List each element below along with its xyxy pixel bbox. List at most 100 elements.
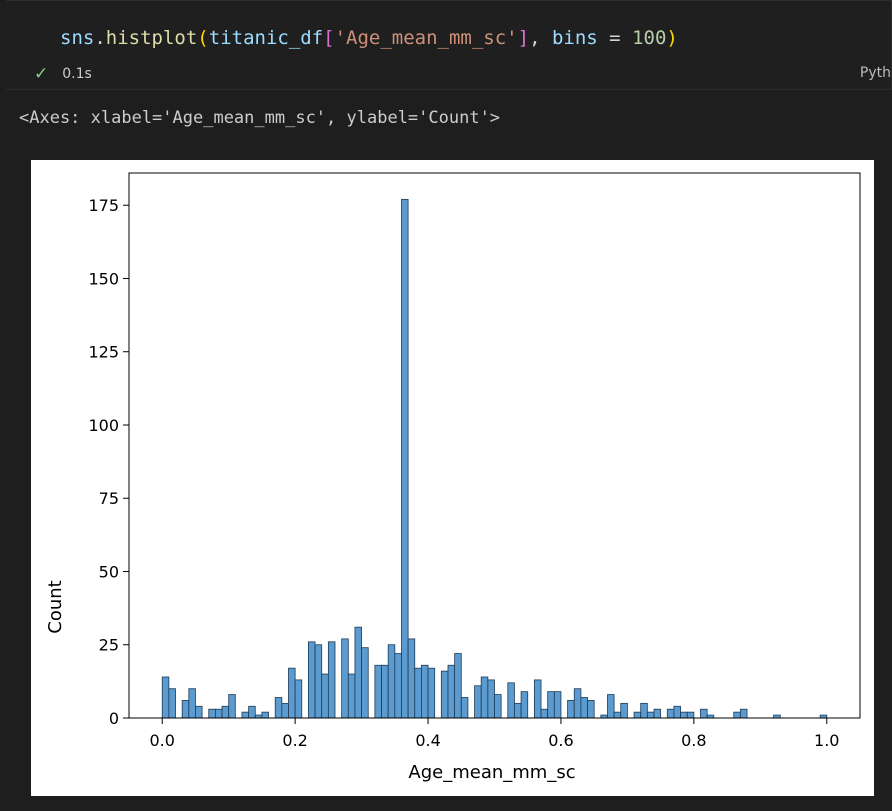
histogram-bar — [347, 673, 356, 719]
code-token: bins — [551, 27, 598, 49]
histogram-bar — [341, 638, 349, 719]
histogram-bar — [533, 679, 542, 719]
y-axis-label: Count — [45, 580, 66, 633]
histogram-bar — [673, 705, 681, 719]
y-tick-label: 25 — [99, 636, 119, 655]
histogram-bar — [407, 638, 416, 719]
y-ticks-group: 0 25 50 75 100 125 150 175 — [88, 196, 129, 728]
y-tick-label: 50 — [99, 562, 119, 581]
y-tick-label: 0 — [109, 709, 119, 728]
y-tick-label: 75 — [99, 489, 119, 508]
histogram-bar — [228, 694, 236, 719]
histogram-bar — [188, 688, 196, 719]
code-token: titanic_df — [208, 27, 324, 49]
x-tick-label: 0.4 — [415, 731, 440, 750]
histogram-bar — [573, 688, 582, 719]
histogram-bar — [401, 198, 409, 719]
histogram-bar — [666, 708, 675, 719]
x-tick-label: 0.0 — [150, 731, 175, 750]
x-axis-label: Age_mean_mm_sc — [408, 762, 575, 783]
code-token: ] — [517, 27, 530, 49]
x-tick-label: 1.0 — [814, 731, 839, 750]
bars-group — [161, 198, 828, 719]
y-tick-label: 175 — [88, 196, 119, 215]
histogram-bar — [214, 708, 223, 719]
histogram-bar — [680, 711, 688, 719]
histogram-bar — [480, 676, 489, 719]
histogram-bar — [361, 647, 369, 719]
histogram-bar — [248, 705, 256, 719]
histogram-bar — [460, 697, 469, 719]
histogram-bar — [700, 708, 708, 719]
histogram-bar — [739, 708, 748, 719]
code-token: ( — [197, 27, 209, 49]
code-token: 100 — [632, 27, 667, 49]
histogram-bar — [474, 685, 482, 719]
code-token: , — [529, 27, 552, 49]
histogram-bar — [387, 644, 396, 719]
check-icon: ✓ — [34, 63, 49, 84]
histogram-bar — [494, 694, 502, 719]
y-tick-label: 150 — [88, 269, 119, 288]
output-repr: <Axes: xlabel='Age_mean_mm_sc', ylabel='… — [19, 108, 501, 128]
code-token: 'Age_mean_mm_sc' — [334, 27, 518, 49]
histogram-bar — [733, 711, 741, 719]
code-token: . — [94, 27, 106, 49]
language-label[interactable]: Pyth — [860, 65, 891, 81]
histogram-bar — [168, 688, 176, 719]
histogram-bar — [308, 641, 316, 719]
code-token: histplot — [105, 27, 198, 49]
histogram-bar — [354, 626, 362, 719]
histogram-bar — [394, 653, 402, 719]
histogram-bar — [161, 676, 170, 719]
code-token: sns — [60, 27, 95, 49]
histogram-bar — [281, 702, 289, 719]
code-line[interactable]: sns.histplot(titanic_df['Age_mean_mm_sc'… — [60, 27, 678, 49]
histogram-bar — [288, 667, 296, 719]
histogram-bar — [241, 711, 250, 719]
histogram-bar — [587, 700, 595, 719]
histogram-bar — [653, 708, 662, 719]
x-tick-label: 0.8 — [681, 731, 706, 750]
histogram-bar — [567, 700, 575, 719]
x-tick-label: 0.6 — [548, 731, 573, 750]
histogram-bar — [181, 700, 190, 719]
histogram-bar — [321, 673, 329, 719]
x-ticks-group: 0.0 0.2 0.4 0.6 0.8 1.0 — [150, 718, 839, 750]
histogram-chart: 0 25 50 75 100 125 150 175 0.0 0.2 0.4 0.6 0.8 1.0 A… — [45, 172, 861, 783]
histogram-bar — [208, 708, 216, 719]
histogram-bar — [640, 702, 648, 719]
code-cell[interactable]: sns.histplot(titanic_df['Age_mean_mm_sc'… — [6, 0, 892, 90]
histogram-bar — [686, 711, 695, 719]
histogram-bar — [553, 691, 562, 719]
code-token: = — [597, 27, 633, 49]
histogram-bar — [507, 682, 515, 719]
histogram-bar — [274, 697, 283, 719]
histogram-bar — [633, 711, 642, 719]
histogram-bar — [294, 679, 303, 719]
histogram-bar — [646, 711, 655, 719]
histogram-bar — [327, 641, 336, 719]
histogram-bar — [381, 664, 389, 719]
bottom-strip — [0, 798, 892, 811]
code-token: ) — [666, 27, 678, 49]
histogram-bar — [374, 664, 382, 719]
execution-status: ✓ 0.1s — [34, 63, 92, 85]
histogram-bar — [580, 697, 588, 719]
histogram-bar — [414, 667, 422, 719]
histogram-bar — [314, 644, 323, 719]
histogram-bar — [427, 667, 436, 719]
histogram-bar — [520, 691, 529, 719]
x-tick-label: 0.2 — [282, 731, 307, 750]
histogram-bar — [613, 711, 622, 719]
histogram-bar — [221, 705, 230, 719]
histogram-bar — [487, 679, 495, 719]
histogram-bar — [620, 702, 628, 719]
y-tick-label: 100 — [88, 416, 119, 435]
axes-frame — [128, 172, 861, 719]
histogram-bar — [540, 708, 549, 719]
histogram-bar — [607, 694, 615, 719]
histogram-bar — [440, 670, 449, 719]
histogram-bar — [447, 664, 456, 719]
histogram-bar — [195, 705, 203, 719]
